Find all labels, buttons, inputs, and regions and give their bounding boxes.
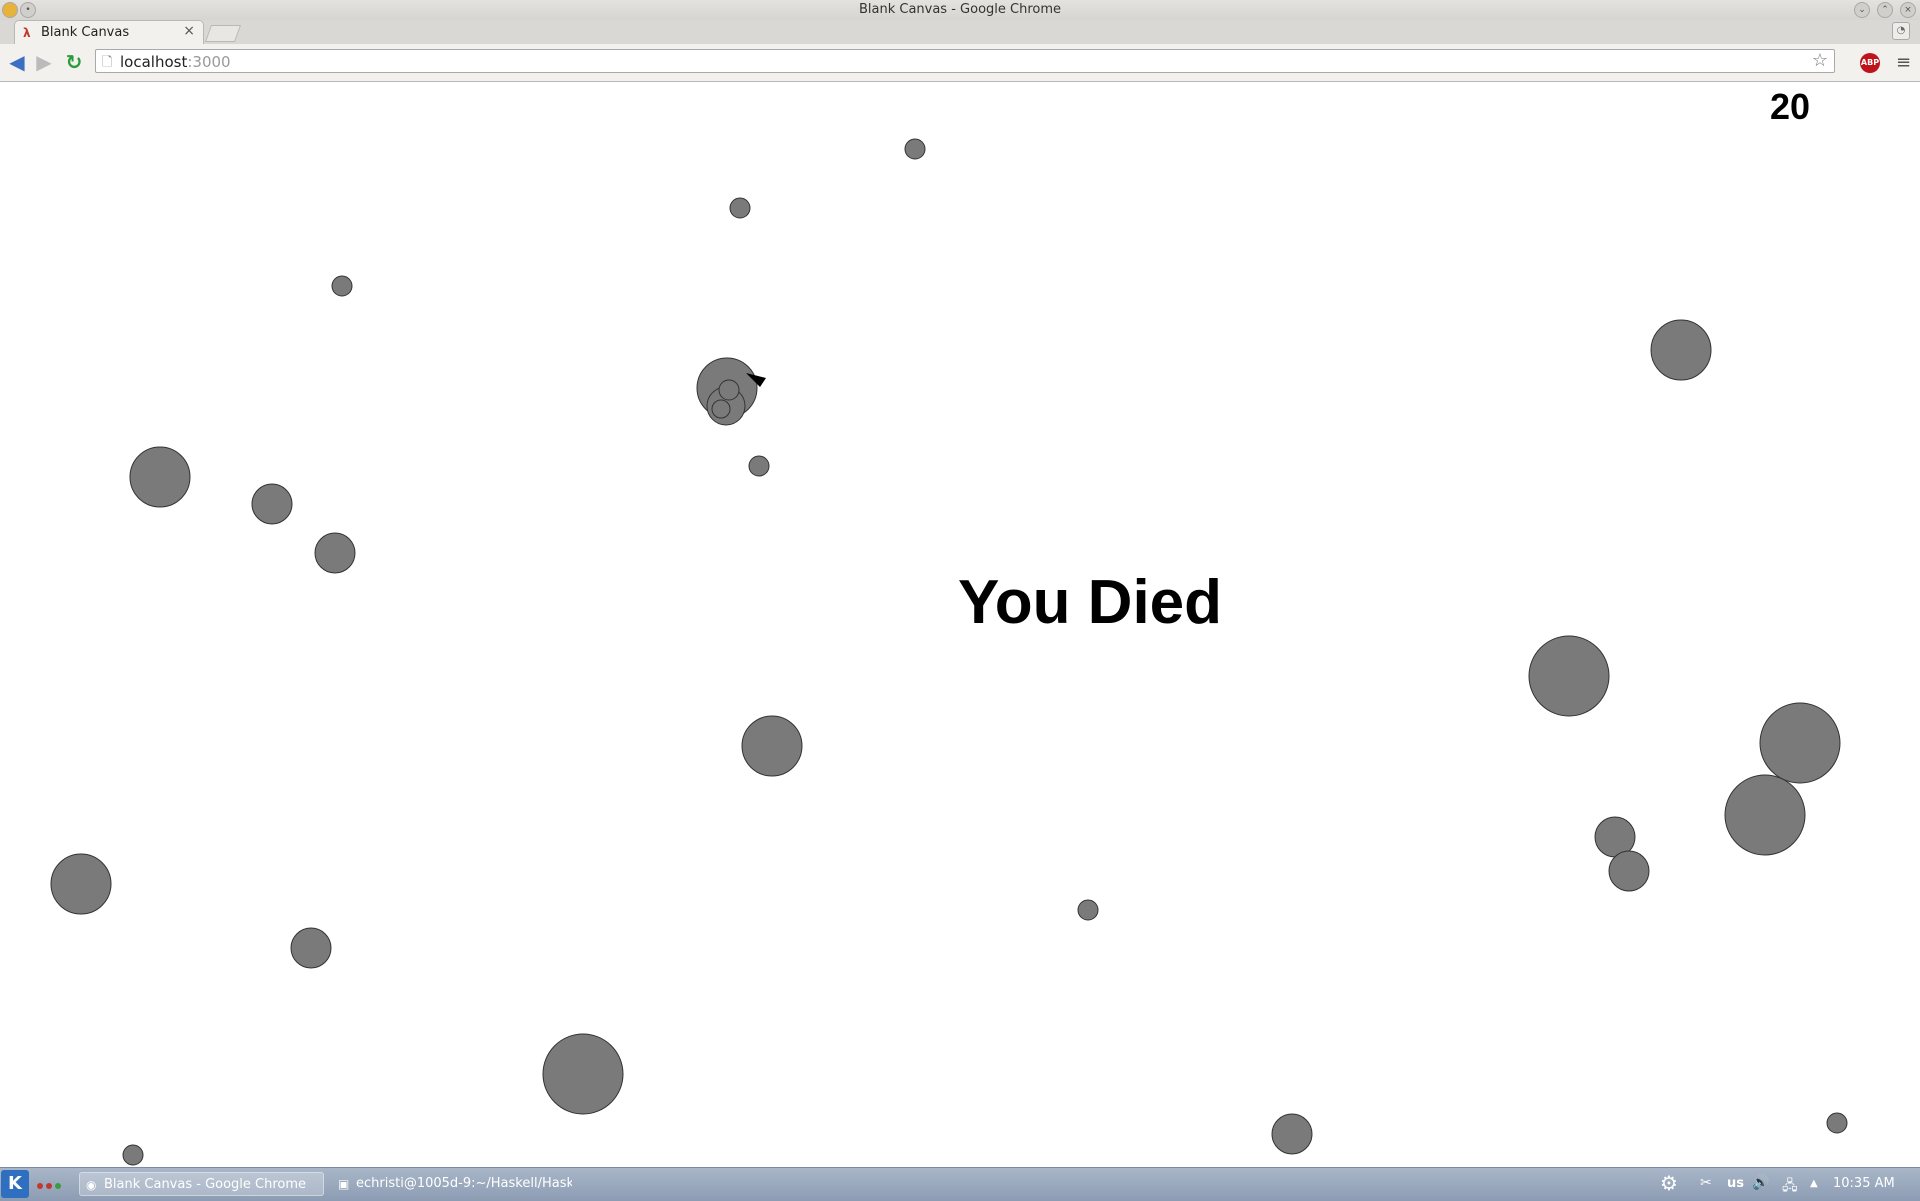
asteroid (741, 715, 803, 777)
asteroid (290, 927, 332, 969)
game-canvas[interactable]: 20 You Died (0, 82, 1920, 1167)
reload-icon[interactable]: ↻ (62, 50, 86, 74)
terminal-icon: ▣ (338, 1177, 350, 1191)
taskbar-item-terminal[interactable]: ▣ echristi@1005d-9:~/Haskell/Hask (332, 1172, 572, 1196)
asteroid (1077, 899, 1099, 921)
forward-arrow-icon[interactable]: ▶ (32, 50, 56, 74)
chrome-icon: ◉ (86, 1178, 97, 1192)
asteroid (542, 1033, 624, 1115)
url-port: :3000 (187, 53, 231, 71)
kde-launcher-icon[interactable]: K (1, 1170, 29, 1198)
score-display: 20 (1769, 86, 1810, 127)
asteroid (904, 138, 926, 160)
profile-icon[interactable]: ◔ (1892, 22, 1910, 40)
tab-close-icon[interactable]: × (183, 23, 195, 39)
asteroid (729, 197, 751, 219)
tab-blank-canvas[interactable]: λ Blank Canvas × (14, 20, 204, 44)
game-over-message: You Died (957, 568, 1223, 637)
keyboard-layout[interactable]: us (1727, 1176, 1744, 1191)
tray-expand-icon[interactable]: ▲ (1810, 1178, 1818, 1189)
url-host: localhost (120, 53, 188, 71)
scissors-icon[interactable]: ✂ (1700, 1175, 1712, 1191)
asteroid (50, 853, 112, 915)
adblock-icon[interactable]: ABP (1860, 53, 1880, 73)
asteroid (1608, 850, 1650, 892)
asteroid (1271, 1113, 1313, 1155)
window-title: Blank Canvas - Google Chrome (858, 2, 1062, 17)
asteroid (251, 483, 293, 525)
address-bar[interactable]: 🗋 localhost:3000 ☆ (95, 49, 1835, 73)
asteroid (1724, 774, 1806, 856)
settings-gear-icon[interactable]: ⚙ (1660, 1171, 1678, 1195)
red-dot-icon (37, 1183, 43, 1189)
favicon-icon: λ (23, 26, 31, 40)
maximize-icon[interactable]: ⌃ (1877, 2, 1893, 18)
asteroid (331, 275, 353, 297)
close-window-icon[interactable]: × (1900, 2, 1916, 18)
asteroid (1650, 319, 1712, 381)
asteroid (1528, 635, 1610, 717)
url-text: localhost:3000 (120, 53, 231, 71)
title-bar: • Blank Canvas - Google Chrome ⌄ ⌃ × (0, 0, 1920, 21)
bookmark-star-icon[interactable]: ☆ (1812, 50, 1828, 71)
volume-icon[interactable]: 🔊 (1752, 1175, 1769, 1191)
asteroid (1759, 702, 1841, 784)
green-dot-icon (55, 1183, 61, 1189)
asteroid (748, 455, 770, 477)
red-dot-icon (46, 1183, 52, 1189)
asteroid (718, 379, 740, 401)
taskbar-item-label: echristi@1005d-9:~/Haskell/Hask (356, 1176, 572, 1191)
taskbar-item-label: Blank Canvas - Google Chrome (104, 1177, 307, 1192)
back-arrow-icon[interactable]: ◀ (5, 50, 29, 74)
asteroid (122, 1144, 144, 1166)
network-icon[interactable]: 🖧 (1782, 1175, 1798, 1199)
tab-label: Blank Canvas (41, 25, 130, 40)
new-tab-button[interactable] (204, 25, 242, 42)
asteroid (1826, 1112, 1848, 1134)
asteroid (711, 399, 731, 419)
menu-icon[interactable]: ≡ (1896, 52, 1911, 73)
taskbar-item-chrome[interactable]: ◉ Blank Canvas - Google Chrome (79, 1172, 324, 1196)
taskbar: K ◉ Blank Canvas - Google Chrome ▣ echri… (0, 1167, 1920, 1201)
clock: 10:35 AM (1833, 1176, 1895, 1191)
page-icon: 🗋 (102, 55, 113, 70)
browser-toolbar: ◀ ▶ ↻ 🗋 localhost:3000 ☆ ABP ≡ (0, 44, 1920, 82)
minimize-icon[interactable]: ⌄ (1854, 2, 1870, 18)
tab-strip: λ Blank Canvas × ◔ (0, 20, 1920, 44)
asteroid (129, 446, 191, 508)
